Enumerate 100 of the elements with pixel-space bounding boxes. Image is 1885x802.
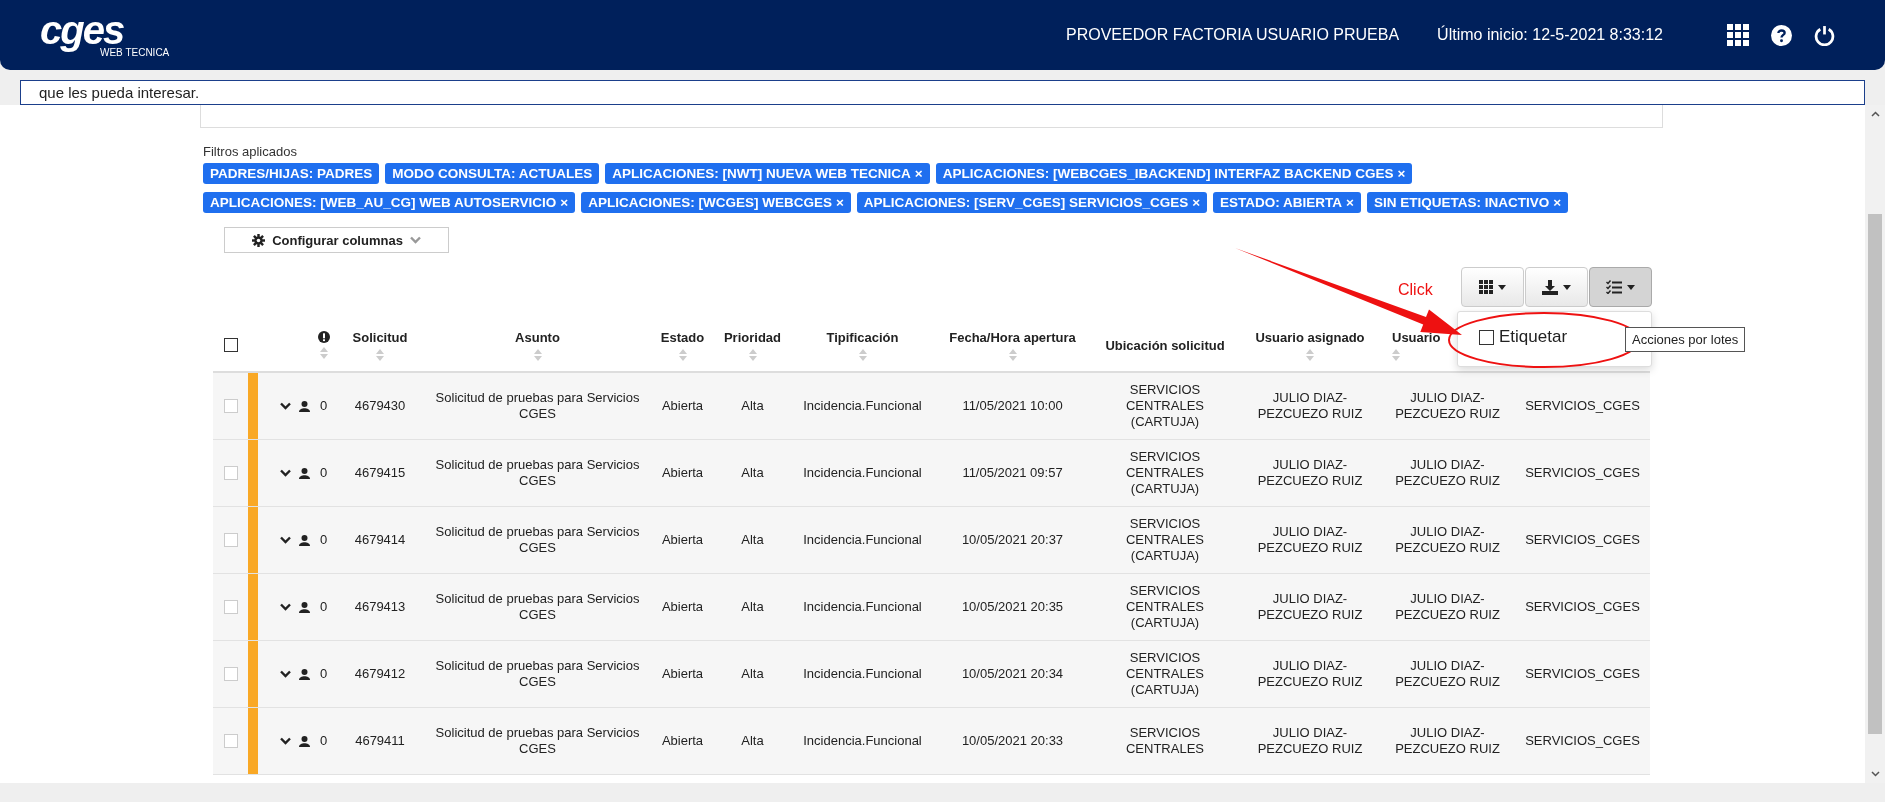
- filter-tag[interactable]: APLICACIONES: [WEBCGES_IBACKEND] INTERFAZ BACKEND CGES ×: [935, 163, 1413, 184]
- remove-button[interactable]: ×: [1397, 166, 1406, 181]
- table-cell: SERVICIOS_CGES: [1525, 398, 1640, 414]
- filter-tag[interactable]: PADRES/HIJAS: PADRES: [203, 163, 380, 184]
- table-cell: SERVICIOS_CGES: [1525, 532, 1640, 548]
- column-header[interactable]: Prioridad: [723, 329, 782, 345]
- expand-chevron-icon[interactable]: [280, 402, 291, 410]
- expand-chevron-icon[interactable]: [280, 737, 291, 745]
- user-icon[interactable]: [299, 467, 310, 479]
- column-header[interactable]: Ubicación solicitud: [1105, 337, 1225, 353]
- user-icon[interactable]: [299, 735, 310, 747]
- row-checkbox[interactable]: [223, 533, 238, 547]
- checklist-icon: [1606, 280, 1622, 294]
- table-cell-text: JULIO DIAZ-PEZCUEZO RUIZ: [1256, 658, 1364, 690]
- menu-item[interactable]: Etiquetar: [1499, 327, 1568, 347]
- select-all-checkbox[interactable]: [223, 338, 238, 352]
- table-cell: SERVICIOS_CGES: [1525, 733, 1640, 749]
- table-cell: 10/05/2021 20:33: [961, 733, 1064, 749]
- column-header[interactable]: Fecha/Hora apertura: [949, 329, 1076, 345]
- remove-button[interactable]: ×: [1553, 195, 1562, 210]
- table-cell: SERVICIOS_CGES: [1525, 465, 1640, 481]
- table-cell: Incidencia.Funcional: [803, 599, 922, 615]
- table-row[interactable]: 0 4679411 Solicitud de pruebas para Servicios CGES Abierta Alta Incidencia.Funcional 10/05/2021 20:33 SERVICIOS CENTRALES JULIO DIAZ-PEZCUEZO RUIZ JULIO DIAZ-PEZCUEZO RUIZ SERVICIOS_CGES: [213, 708, 1650, 775]
- expand-chevron-icon[interactable]: [280, 670, 291, 678]
- table-cell: 11/05/2021 09:57: [962, 465, 1063, 481]
- filters-label: Filtros aplicados: [203, 144, 298, 159]
- table-row[interactable]: 0 4679412 Solicitud de pruebas para Servicios CGES Abierta Alta Incidencia.Funcional 10/05/2021 20:34 SERVICIOS CENTRALES (CARTUJA) JULIO DIAZ-PEZCUEZO RUIZ JULIO DIAZ-PEZCUEZO RUIZ SERVICIOS_CGES: [213, 641, 1650, 708]
- remove-button[interactable]: ×: [914, 166, 923, 181]
- table-row[interactable]: 0 4679415 Solicitud de pruebas para Servicios CGES Abierta Alta Incidencia.Funcional 11/05/2021 09:57 SERVICIOS CENTRALES (CARTUJA) JULIO DIAZ-PEZCUEZO RUIZ JULIO DIAZ-PEZCUEZO RUIZ SERVICIOS_CGES: [213, 440, 1650, 507]
- table-cell: Incidencia.Funcional: [803, 532, 922, 548]
- checkbox[interactable]: [1479, 329, 1494, 345]
- filter-tag[interactable]: APLICACIONES: [WCGES] WEBCGES ×: [581, 192, 851, 213]
- table-cell-text: JULIO DIAZ-PEZCUEZO RUIZ: [1256, 457, 1364, 489]
- columns-menu-button[interactable]: [1461, 267, 1524, 307]
- column-header[interactable]: Usuario asignado: [1255, 329, 1365, 345]
- table-cell-text: JULIO DIAZ-PEZCUEZO RUIZ: [1394, 658, 1501, 690]
- scroll-down-icon[interactable]: [1870, 771, 1880, 777]
- table-row[interactable]: 0 4679430 Solicitud de pruebas para Servicios CGES Abierta Alta Incidencia.Funcional 11/05/2021 10:00 SERVICIOS CENTRALES (CARTUJA) JULIO DIAZ-PEZCUEZO RUIZ JULIO DIAZ-PEZCUEZO RUIZ SERVICIOS_CGES: [213, 373, 1650, 440]
- table-row[interactable]: 0 4679413 Solicitud de pruebas para Servicios CGES Abierta Alta Incidencia.Funcional 10/05/2021 20:35 SERVICIOS CENTRALES (CARTUJA) JULIO DIAZ-PEZCUEZO RUIZ JULIO DIAZ-PEZCUEZO RUIZ SERVICIOS_CGES: [213, 574, 1650, 641]
- table-cell: Incidencia.Funcional: [803, 398, 922, 414]
- table-cell: Solicitud de pruebas para Servicios CGES: [435, 390, 640, 422]
- batch-actions-button[interactable]: [1589, 267, 1652, 307]
- table-cell-text: JULIO DIAZ-PEZCUEZO RUIZ: [1394, 457, 1501, 489]
- row-checkbox[interactable]: [223, 466, 238, 480]
- column-header[interactable]: Estado: [660, 329, 705, 345]
- table-cell: Abierta: [661, 398, 704, 414]
- remove-button[interactable]: ×: [835, 195, 844, 210]
- message-field[interactable]: que les pueda interesar.: [20, 80, 1865, 105]
- scroll-up-icon[interactable]: [1870, 111, 1880, 117]
- filter-tag[interactable]: APLICACIONES: [SERV_CGES] SERVICIOS_CGES ×: [856, 192, 1208, 213]
- help-icon[interactable]: [1771, 24, 1792, 46]
- column-header[interactable]: Solicitud: [352, 329, 408, 345]
- table-cell: Alta: [741, 532, 764, 548]
- caret-icon: [1627, 284, 1635, 290]
- filter-tag[interactable]: ESTADO: ABIERTA ×: [1213, 192, 1361, 213]
- filter-tag[interactable]: MODO CONSULTA: ACTUALES: [385, 163, 600, 184]
- power-icon[interactable]: [1814, 24, 1835, 46]
- user-icon[interactable]: [299, 668, 310, 680]
- table-cell: Alta: [741, 398, 764, 414]
- row-checkbox[interactable]: [223, 399, 238, 413]
- table-cell: 0: [319, 398, 328, 414]
- filter-tag[interactable]: APLICACIONES: [WEB_AU_CG] WEB AUTOSERVICIO ×: [203, 192, 576, 213]
- filter-tag[interactable]: APLICACIONES: [NWT] NUEVA WEB TECNICA ×: [605, 163, 930, 184]
- export-menu-button[interactable]: [1525, 267, 1588, 307]
- table-cell-text: JULIO DIAZ-PEZCUEZO RUIZ: [1256, 390, 1364, 422]
- column-header[interactable]: Asunto: [515, 329, 560, 345]
- caret-icon: [1498, 284, 1506, 290]
- expand-chevron-icon[interactable]: [280, 603, 291, 611]
- table-cell: Solicitud de pruebas para Servicios CGES: [435, 457, 640, 489]
- row-checkbox[interactable]: [223, 600, 238, 614]
- filter-tag[interactable]: SIN ETIQUETAS: INACTIVO ×: [1366, 192, 1569, 213]
- configure-columns-button[interactable]: Configurar columnas: [224, 227, 449, 253]
- table-row[interactable]: 0 4679414 Solicitud de pruebas para Servicios CGES Abierta Alta Incidencia.Funcional 10/05/2021 20:37 SERVICIOS CENTRALES (CARTUJA) JULIO DIAZ-PEZCUEZO RUIZ JULIO DIAZ-PEZCUEZO RUIZ SERVICIOS_CGES: [213, 507, 1650, 574]
- user-name: PROVEEDOR FACTORIA USUARIO PRUEBA: [1066, 26, 1400, 44]
- expand-chevron-icon[interactable]: [280, 469, 291, 477]
- table-cell-text: JULIO DIAZ-PEZCUEZO RUIZ: [1394, 725, 1501, 757]
- table-cell-text: SERVICIOS CENTRALES (CARTUJA): [1125, 382, 1205, 430]
- table-cell-text: SERVICIOS CENTRALES (CARTUJA): [1125, 583, 1205, 631]
- table-cell-text: JULIO DIAZ-PEZCUEZO RUIZ: [1256, 524, 1364, 556]
- apps-grid-icon[interactable]: [1727, 24, 1749, 46]
- remove-button[interactable]: ×: [1346, 195, 1354, 210]
- remove-button[interactable]: ×: [560, 195, 569, 210]
- expand-chevron-icon[interactable]: [280, 536, 291, 544]
- table-cell: 11/05/2021 10:00: [962, 398, 1063, 414]
- table-cell-text: JULIO DIAZ-PEZCUEZO RUIZ: [1394, 524, 1501, 556]
- table-cell: 0: [319, 599, 328, 615]
- column-header[interactable]: Usuario: [1392, 329, 1441, 345]
- table-cell: Alta: [741, 465, 764, 481]
- column-header[interactable]: Tipificación: [826, 329, 899, 345]
- remove-button[interactable]: ×: [1192, 195, 1201, 210]
- scrollbar-thumb[interactable]: [1868, 214, 1882, 734]
- table-cell-text: SERVICIOS CENTRALES (CARTUJA): [1125, 449, 1205, 497]
- user-icon[interactable]: [299, 601, 310, 613]
- user-icon[interactable]: [299, 534, 310, 546]
- table-cell-text: SERVICIOS CENTRALES (CARTUJA): [1125, 516, 1205, 564]
- gear-icon: [252, 233, 266, 247]
- table-cell: Alta: [741, 733, 764, 749]
- user-icon[interactable]: [299, 400, 310, 412]
- row-checkbox[interactable]: [223, 667, 238, 681]
- row-checkbox[interactable]: [223, 734, 238, 748]
